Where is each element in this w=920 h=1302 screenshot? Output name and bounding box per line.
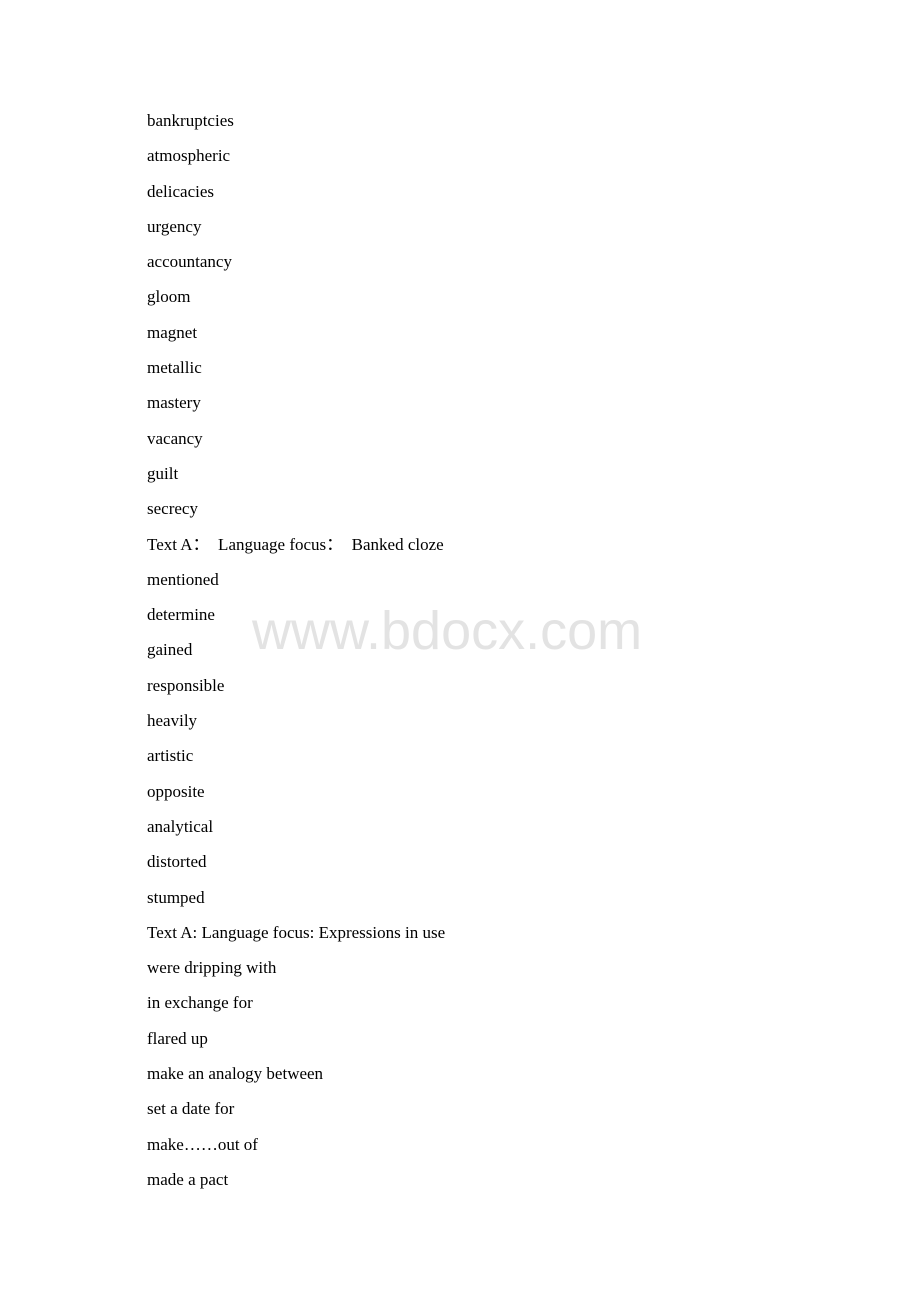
- vocabulary-word: delicacies: [147, 181, 215, 201]
- section-heading-banked-cloze: Text A： Language focus： Banked cloze: [147, 534, 444, 554]
- vocabulary-word: secrecy: [147, 499, 198, 519]
- banked-cloze-answer: mentioned: [147, 569, 219, 589]
- vocabulary-word: accountancy: [147, 252, 232, 272]
- expression-answer: make……out of: [147, 1134, 258, 1154]
- banked-cloze-answer: distorted: [147, 852, 207, 872]
- banked-cloze-answer: artistic: [147, 746, 194, 766]
- banked-cloze-answer: determine: [147, 605, 215, 625]
- vocabulary-word: guilt: [147, 463, 179, 483]
- banked-cloze-answer: opposite: [147, 781, 205, 801]
- expression-answer: set a date for: [147, 1099, 235, 1119]
- document-body: bankruptcies atmospheric delicacies urge…: [147, 108, 445, 1202]
- vocabulary-word: atmospheric: [147, 146, 231, 166]
- expression-answer: were dripping with: [147, 958, 277, 978]
- vocabulary-word: bankruptcies: [147, 111, 234, 130]
- banked-cloze-answer: responsible: [147, 675, 225, 695]
- expression-answer: made a pact: [147, 1169, 229, 1189]
- vocabulary-word: metallic: [147, 358, 202, 378]
- expression-answer: make an analogy between: [147, 1064, 324, 1084]
- document-page: bankruptcies atmospheric delicacies urge…: [0, 0, 920, 1302]
- banked-cloze-answer: heavily: [147, 711, 198, 731]
- expression-answer: in exchange for: [147, 993, 253, 1013]
- vocabulary-word: vacancy: [147, 428, 203, 448]
- expression-answer: flared up: [147, 1028, 208, 1048]
- banked-cloze-answer: analytical: [147, 816, 214, 836]
- section-heading-expressions: Text A: Language focus: Expressions in u…: [147, 922, 446, 942]
- vocabulary-word: magnet: [147, 322, 198, 342]
- vocabulary-word: mastery: [147, 393, 201, 413]
- banked-cloze-answer: stumped: [147, 887, 205, 907]
- banked-cloze-answer: gained: [147, 640, 193, 660]
- vocabulary-word: gloom: [147, 287, 191, 307]
- vocabulary-word: urgency: [147, 216, 202, 236]
